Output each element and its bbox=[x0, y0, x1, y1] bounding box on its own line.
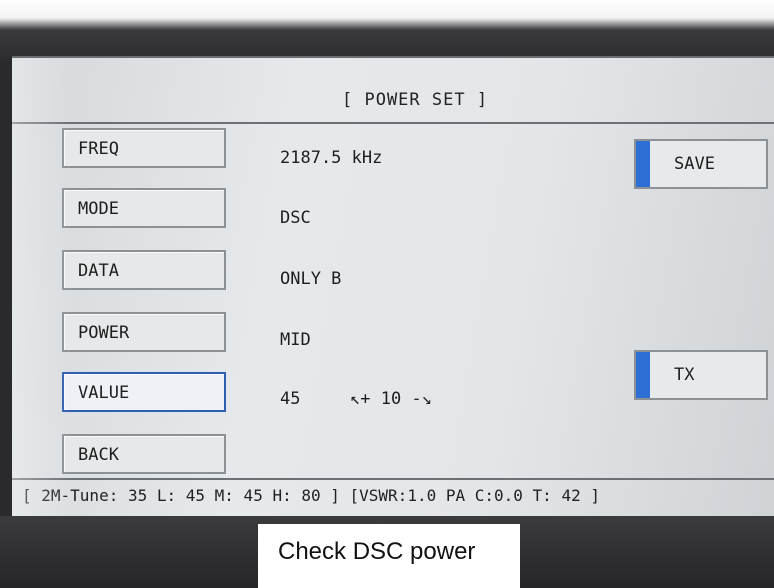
save-button-accent bbox=[636, 141, 650, 187]
save-button-label: SAVE bbox=[674, 154, 715, 174]
step-hint: ↖+ 10 -↘ bbox=[350, 389, 432, 409]
mode-button-label: MODE bbox=[78, 199, 119, 219]
status-text: [ 2M-Tune: 35 L: 45 M: 45 H: 80 ] [VSWR:… bbox=[22, 486, 600, 505]
data-button[interactable]: DATA bbox=[62, 250, 226, 290]
tx-button-accent bbox=[636, 352, 650, 398]
freq-button-label: FREQ bbox=[78, 139, 119, 159]
screen-title: [ POWER SET ] bbox=[342, 90, 489, 110]
freq-button[interactable]: FREQ bbox=[62, 128, 226, 168]
power-button-label: POWER bbox=[78, 323, 130, 343]
value-button-label: VALUE bbox=[78, 383, 130, 403]
power-level-value: 45 bbox=[280, 389, 301, 409]
lcd-screen: [ POWER SET ] FREQ MODE DATA POWER VALUE… bbox=[12, 56, 774, 518]
save-button[interactable]: SAVE bbox=[634, 139, 768, 189]
mode-button[interactable]: MODE bbox=[62, 188, 226, 228]
value-button[interactable]: VALUE bbox=[62, 372, 226, 412]
tx-button[interactable]: TX bbox=[634, 350, 768, 400]
tx-button-label: TX bbox=[674, 365, 695, 385]
back-button[interactable]: BACK bbox=[62, 434, 226, 474]
data-value: ONLY B bbox=[280, 269, 342, 289]
device-bezel-top bbox=[0, 0, 774, 62]
status-bar: [ 2M-Tune: 35 L: 45 M: 45 H: 80 ] [VSWR:… bbox=[12, 478, 774, 514]
caption-text: Check DSC power bbox=[278, 538, 476, 565]
back-button-label: BACK bbox=[78, 445, 119, 465]
data-button-label: DATA bbox=[78, 261, 119, 281]
caption-box: Check DSC power bbox=[258, 524, 520, 588]
mode-value: DSC bbox=[280, 208, 311, 228]
power-button[interactable]: POWER bbox=[62, 312, 226, 352]
power-value: MID bbox=[280, 330, 311, 350]
title-bar: [ POWER SET ] bbox=[12, 80, 774, 124]
freq-value: 2187.5 kHz bbox=[280, 148, 383, 168]
